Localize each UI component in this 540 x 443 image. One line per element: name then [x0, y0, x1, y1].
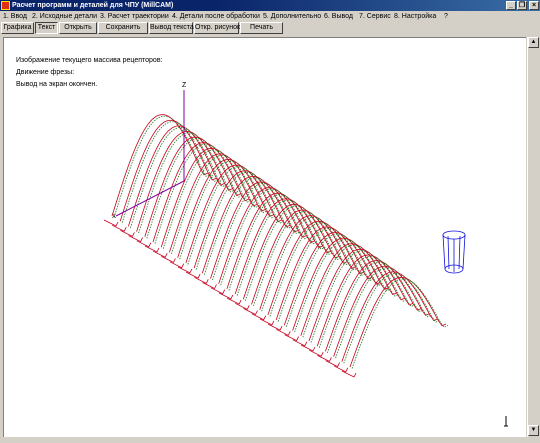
toolpath-step — [317, 355, 332, 362]
print-button[interactable]: Печать — [240, 22, 283, 34]
toolpath-step — [103, 219, 119, 227]
vertical-scrollbar[interactable]: ▲ ▼ — [527, 37, 539, 437]
x-axis — [115, 180, 185, 217]
menu-source-parts[interactable]: 2. Исходные детали — [32, 12, 97, 21]
menu-output[interactable]: 6. Вывод — [324, 12, 353, 21]
menu-trajectory[interactable]: 3. Расчет траектории — [100, 12, 169, 21]
menu-service[interactable]: 7. Сервис — [359, 12, 391, 21]
menu-input[interactable]: 1. Ввод — [3, 12, 27, 21]
toolpath-step — [218, 292, 234, 300]
toolpath-step — [243, 308, 258, 316]
toolpath-step — [153, 250, 168, 258]
tab-text[interactable]: Текст — [35, 22, 58, 34]
menu-additional[interactable]: 5. Дополнительно — [263, 12, 321, 21]
close-button[interactable]: × — [529, 1, 539, 10]
toolpath-pass — [325, 260, 422, 352]
toolpath-step — [309, 349, 324, 357]
cutter-tool-icon — [442, 230, 466, 274]
drawing-canvas[interactable]: Изображение текущего массива рецепторов:… — [3, 37, 526, 437]
toolpath-passes — [103, 114, 449, 378]
toolpath-step — [300, 344, 316, 352]
toolpath-3d-view: Z X — [103, 82, 466, 378]
toolpath-pass — [341, 271, 438, 362]
toolpath-step — [325, 360, 340, 368]
window-title: Расчет программ и деталей для ЧПУ (MillC… — [12, 2, 174, 9]
toolpath-step — [276, 328, 291, 336]
open-button[interactable]: Открыть — [59, 22, 97, 34]
title-bar[interactable]: Расчет программ и деталей для ЧПУ (MillC… — [0, 0, 540, 11]
scroll-up-button[interactable]: ▲ — [528, 37, 539, 48]
toolpath-step — [128, 235, 143, 243]
z-axis-label: Z — [182, 82, 187, 89]
tab-graphics[interactable]: Графика — [1, 22, 34, 34]
toolpath-step — [251, 313, 267, 321]
toolpath-step — [210, 287, 226, 295]
x-axis-label: X — [112, 214, 116, 220]
app-icon[interactable] — [1, 1, 10, 10]
menu-after-machining[interactable]: 4. Детали после обработки — [172, 12, 260, 21]
minimize-button[interactable]: _ — [506, 1, 516, 10]
toolpath-step — [267, 323, 283, 331]
toolpath-step — [144, 245, 160, 253]
toolpath-step — [235, 302, 250, 310]
menu-settings[interactable]: 8. Настройка — [394, 12, 436, 21]
toolpath-step — [177, 266, 193, 274]
toolpath-step — [259, 318, 275, 326]
toolpath-step — [169, 261, 185, 269]
menu-bar: 1. Ввод 2. Исходные детали 3. Расчет тра… — [0, 11, 540, 22]
open-image-button[interactable]: Откр. рисунок — [194, 22, 240, 34]
toolpath-step — [112, 224, 127, 232]
toolpath-pass — [349, 276, 447, 368]
toolpath-pass — [333, 265, 430, 357]
text-cursor-icon — [504, 416, 508, 427]
toolpath-step — [202, 282, 217, 290]
toolpath-step — [341, 370, 357, 378]
toolpath-step — [161, 256, 176, 263]
toolpath-step — [120, 230, 135, 237]
menu-help[interactable]: ? — [444, 12, 448, 21]
toolpath-step — [226, 297, 242, 305]
toolpath-step — [136, 240, 152, 248]
toolpath-step — [333, 365, 349, 373]
output-text-button[interactable]: Вывод текста — [149, 22, 194, 34]
toolpath-step — [284, 334, 299, 342]
toolbar: Графика Текст Открыть Сохранить Вывод те… — [0, 22, 540, 35]
toolpath-step — [185, 271, 201, 279]
maximize-button[interactable]: ❐ — [517, 1, 527, 10]
toolpath-step — [194, 276, 209, 284]
toolpath-step — [292, 339, 308, 347]
scroll-down-button[interactable]: ▼ — [528, 425, 539, 436]
save-button[interactable]: Сохранить — [98, 22, 148, 34]
